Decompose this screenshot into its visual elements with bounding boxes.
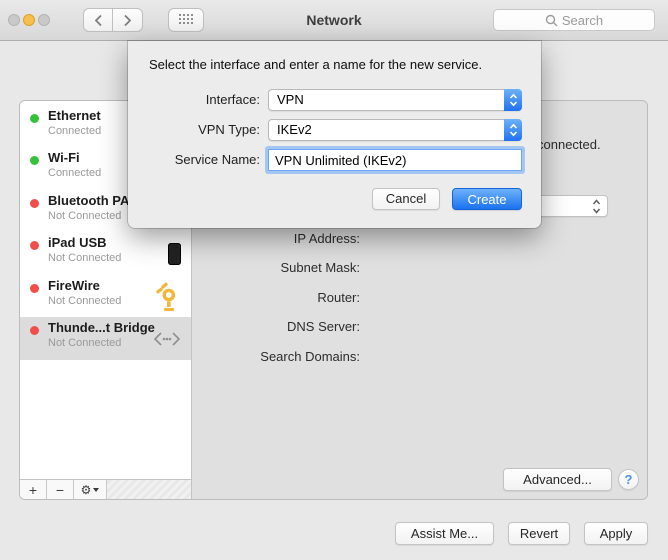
search-placeholder: Search — [562, 13, 603, 28]
forward-button[interactable] — [113, 8, 143, 32]
service-row-thunderbolt-bridge[interactable]: Thunde...t Bridge Not Connected — [20, 317, 191, 360]
status-dot-not-connected — [30, 326, 39, 335]
service-name: Ethernet — [48, 108, 101, 123]
back-button[interactable] — [83, 8, 113, 32]
status-dot-connected — [30, 156, 39, 165]
chevron-right-icon — [123, 14, 132, 27]
service-status: Not Connected — [48, 295, 121, 307]
service-status: Connected — [48, 125, 101, 137]
service-list-toolbar: + − ⚙ — [20, 479, 192, 499]
status-dot-not-connected — [30, 199, 39, 208]
remove-service-button[interactable]: − — [47, 480, 74, 499]
revert-button[interactable]: Revert — [508, 522, 570, 545]
help-button[interactable]: ? — [618, 469, 639, 490]
vpn-type-popup[interactable]: IKEv2 — [268, 119, 522, 141]
search-input[interactable]: Search — [493, 9, 655, 31]
nav-button-group — [83, 8, 143, 32]
service-status: Not Connected — [48, 210, 121, 222]
router-label: Router: — [200, 290, 360, 305]
status-dot-not-connected — [30, 241, 39, 250]
firewire-icon — [155, 282, 181, 312]
dns-server-label: DNS Server: — [200, 319, 360, 334]
interface-popup[interactable]: VPN — [268, 89, 522, 111]
window-toolbar: Network Search — [0, 0, 668, 41]
vpn-type-label: VPN Type: — [128, 122, 260, 137]
service-row-ipad-usb[interactable]: iPad USB Not Connected — [20, 232, 191, 275]
service-name: FireWire — [48, 278, 100, 293]
search-icon — [545, 14, 558, 27]
vpn-type-row: VPN Type: IKEv2 — [128, 119, 541, 141]
interface-row: Interface: VPN — [128, 89, 541, 111]
ipad-icon — [168, 243, 181, 265]
advanced-button[interactable]: Advanced... — [503, 468, 612, 491]
service-status: Connected — [48, 167, 101, 179]
gear-icon: ⚙ — [81, 483, 92, 497]
create-button[interactable]: Create — [452, 188, 522, 210]
service-name-input[interactable] — [268, 149, 522, 171]
service-row-firewire[interactable]: FireWire Not Connected — [20, 275, 191, 318]
connection-status-fragment: connected. — [537, 137, 601, 152]
service-name-row: Service Name: — [128, 149, 541, 171]
ip-address-label: IP Address: — [200, 231, 360, 246]
add-service-button[interactable]: + — [20, 480, 47, 499]
service-name: Bluetooth PAN — [48, 193, 139, 208]
service-name: Wi-Fi — [48, 150, 80, 165]
popup-steppers-icon — [504, 119, 522, 141]
sheet-message: Select the interface and enter a name fo… — [149, 57, 523, 72]
service-name: Thunde...t Bridge — [48, 320, 155, 335]
grid-icon — [179, 14, 194, 27]
popup-steppers-icon — [592, 199, 601, 214]
cancel-button[interactable]: Cancel — [372, 188, 440, 210]
thunderbolt-bridge-icon — [153, 330, 181, 348]
show-all-button[interactable] — [168, 8, 204, 32]
action-menu-button[interactable]: ⚙ — [74, 480, 107, 499]
status-dot-connected — [30, 114, 39, 123]
apply-button[interactable]: Apply — [584, 522, 648, 545]
service-status: Not Connected — [48, 337, 121, 349]
chevron-down-icon — [93, 488, 99, 492]
subnet-mask-label: Subnet Mask: — [200, 260, 360, 275]
search-domains-label: Search Domains: — [200, 349, 360, 364]
popup-steppers-icon — [504, 89, 522, 111]
list-toolbar-filler — [107, 480, 191, 499]
interface-popup-value: VPN — [277, 92, 304, 107]
assist-me-button[interactable]: Assist Me... — [395, 522, 494, 545]
service-status: Not Connected — [48, 252, 121, 264]
interface-label: Interface: — [128, 92, 260, 107]
service-name-label: Service Name: — [128, 152, 260, 167]
new-service-sheet: Select the interface and enter a name fo… — [128, 41, 541, 228]
service-name: iPad USB — [48, 235, 107, 250]
vpn-type-popup-value: IKEv2 — [277, 122, 312, 137]
status-dot-not-connected — [30, 284, 39, 293]
chevron-left-icon — [94, 14, 103, 27]
